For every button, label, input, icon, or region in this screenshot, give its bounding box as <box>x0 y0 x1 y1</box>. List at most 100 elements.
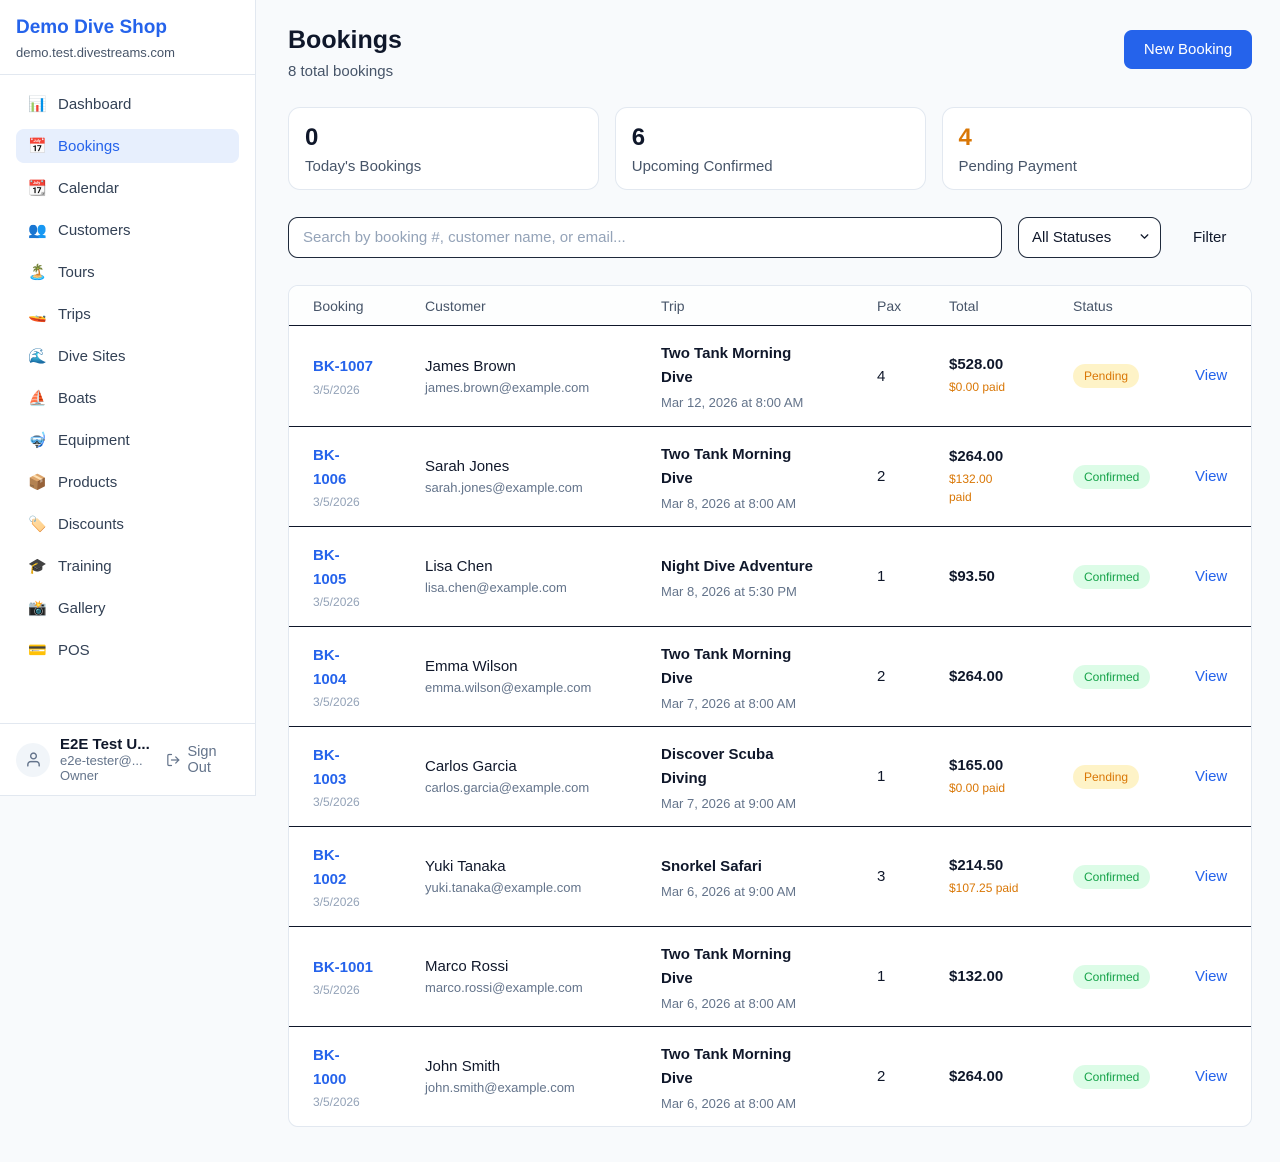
package-icon: 📦 <box>28 473 46 491</box>
booking-cell: BK- 1004 3/5/2026 <box>313 644 425 709</box>
trip-cell: Night Dive Adventure Mar 8, 2026 at 5:30… <box>661 555 877 599</box>
sidebar: Demo Dive Shop demo.test.divestreams.com… <box>0 0 256 796</box>
table-row: BK- 1004 3/5/2026 Emma Wilson emma.wilso… <box>289 626 1251 726</box>
booking-date: 3/5/2026 <box>313 795 425 809</box>
sidebar-item-bookings[interactable]: 📅 Bookings <box>16 129 239 163</box>
sidebar-item-boats[interactable]: ⛵ Boats <box>16 381 239 415</box>
view-link[interactable]: View <box>1195 968 1227 985</box>
sidebar-item-training[interactable]: 🎓 Training <box>16 549 239 583</box>
booking-id-link[interactable]: BK- 1006 <box>313 444 346 491</box>
sidebar-item-label: Trips <box>58 306 91 323</box>
stat-value: 0 <box>305 124 582 152</box>
view-link[interactable]: View <box>1195 868 1227 885</box>
sidebar-item-dashboard[interactable]: 📊 Dashboard <box>16 87 239 121</box>
app-window: Demo Dive Shop demo.test.divestreams.com… <box>0 0 1280 1162</box>
sidebar-item-tours[interactable]: 🏝️ Tours <box>16 255 239 289</box>
booking-cell: BK- 1005 3/5/2026 <box>313 544 425 609</box>
customer-email: john.smith@example.com <box>425 1080 661 1095</box>
status-cell: Confirmed <box>1073 965 1195 989</box>
trip-name: Night Dive Adventure <box>661 555 877 579</box>
trip-name: Two Tank Morning Dive <box>661 643 877 691</box>
sidebar-item-gallery[interactable]: 📸 Gallery <box>16 591 239 625</box>
view-link[interactable]: View <box>1195 668 1227 685</box>
filter-label[interactable]: Filter <box>1193 229 1226 246</box>
booking-date: 3/5/2026 <box>313 383 425 397</box>
diving-mask-icon: 🤿 <box>28 431 46 449</box>
new-booking-button[interactable]: New Booking <box>1124 30 1252 69</box>
action-cell: View <box>1195 868 1227 886</box>
status-badge: Confirmed <box>1073 865 1150 889</box>
trip-datetime: Mar 6, 2026 at 8:00 AM <box>661 1096 877 1111</box>
booking-id-link[interactable]: BK- 1004 <box>313 644 346 691</box>
customer-name: Lisa Chen <box>425 558 661 575</box>
total-cell: $264.00 <box>949 1068 1073 1085</box>
booking-id-link[interactable]: BK- 1005 <box>313 544 346 591</box>
pax-count: 3 <box>877 868 949 885</box>
action-cell: View <box>1195 568 1227 586</box>
column-header-trip: Trip <box>661 298 877 314</box>
logout-icon <box>166 752 181 768</box>
column-header-pax: Pax <box>877 298 949 314</box>
camera-flash-icon: 📸 <box>28 599 46 617</box>
sign-out-label: Sign Out <box>188 744 240 776</box>
status-cell: Confirmed <box>1073 1065 1195 1089</box>
total-amount: $264.00 <box>949 668 1073 685</box>
sidebar-item-label: Customers <box>58 222 131 239</box>
status-badge: Confirmed <box>1073 965 1150 989</box>
booking-id-link[interactable]: BK- 1002 <box>313 844 346 891</box>
booking-id-link[interactable]: BK-1001 <box>313 956 373 979</box>
view-link[interactable]: View <box>1195 1068 1227 1085</box>
total-cell: $93.50 <box>949 568 1073 585</box>
view-link[interactable]: View <box>1195 468 1227 485</box>
sidebar-item-pos[interactable]: 💳 POS <box>16 633 239 667</box>
total-amount: $93.50 <box>949 568 1073 585</box>
sidebar-item-customers[interactable]: 👥 Customers <box>16 213 239 247</box>
user-role: Owner <box>60 768 154 783</box>
status-cell: Confirmed <box>1073 665 1195 689</box>
customer-name: Sarah Jones <box>425 458 661 475</box>
avatar <box>16 743 50 777</box>
booking-id-link[interactable]: BK- 1003 <box>313 744 346 791</box>
total-amount: $132.00 <box>949 968 1073 985</box>
status-badge: Confirmed <box>1073 665 1150 689</box>
view-link[interactable]: View <box>1195 568 1227 585</box>
booking-id-link[interactable]: BK-1007 <box>313 355 373 378</box>
bookings-count: 8 total bookings <box>288 63 402 80</box>
view-link[interactable]: View <box>1195 768 1227 785</box>
pax-count: 2 <box>877 468 949 485</box>
paid-amount: $107.25 paid <box>949 879 1073 897</box>
island-icon: 🏝️ <box>28 263 46 281</box>
customer-name: Carlos Garcia <box>425 758 661 775</box>
stat-card-today-s-bookings: 0 Today's Bookings <box>288 107 599 190</box>
sidebar-item-label: Dashboard <box>58 96 131 113</box>
sidebar-item-calendar[interactable]: 📆 Calendar <box>16 171 239 205</box>
sidebar-item-label: Calendar <box>58 180 119 197</box>
sidebar-item-discounts[interactable]: 🏷️ Discounts <box>16 507 239 541</box>
page-title-block: Bookings 8 total bookings <box>288 26 402 80</box>
trip-cell: Two Tank Morning Dive Mar 8, 2026 at 8:0… <box>661 443 877 511</box>
status-filter-select[interactable]: All Statuses <box>1018 217 1161 258</box>
sign-out-button[interactable]: Sign Out <box>166 744 239 776</box>
column-header-status: Status <box>1073 298 1195 314</box>
customer-cell: Emma Wilson emma.wilson@example.com <box>425 658 661 695</box>
trip-datetime: Mar 12, 2026 at 8:00 AM <box>661 395 877 410</box>
sidebar-item-dive-sites[interactable]: 🌊 Dive Sites <box>16 339 239 373</box>
table-row: BK- 1005 3/5/2026 Lisa Chen lisa.chen@ex… <box>289 526 1251 626</box>
status-cell: Confirmed <box>1073 465 1195 489</box>
speedboat-icon: 🚤 <box>28 305 46 323</box>
customer-name: Emma Wilson <box>425 658 661 675</box>
customer-cell: Yuki Tanaka yuki.tanaka@example.com <box>425 858 661 895</box>
total-amount: $214.50 <box>949 857 1073 874</box>
view-link[interactable]: View <box>1195 367 1227 384</box>
sidebar-item-equipment[interactable]: 🤿 Equipment <box>16 423 239 457</box>
sidebar-item-label: Products <box>58 474 117 491</box>
sidebar-item-label: Training <box>58 558 112 575</box>
booking-cell: BK-1007 3/5/2026 <box>313 355 425 396</box>
sidebar-item-trips[interactable]: 🚤 Trips <box>16 297 239 331</box>
shop-domain: demo.test.divestreams.com <box>16 45 239 60</box>
sidebar-item-products[interactable]: 📦 Products <box>16 465 239 499</box>
total-cell: $528.00 $0.00 paid <box>949 356 1073 396</box>
sidebar-item-label: Tours <box>58 264 95 281</box>
booking-id-link[interactable]: BK- 1000 <box>313 1044 346 1091</box>
search-input[interactable] <box>288 217 1002 258</box>
